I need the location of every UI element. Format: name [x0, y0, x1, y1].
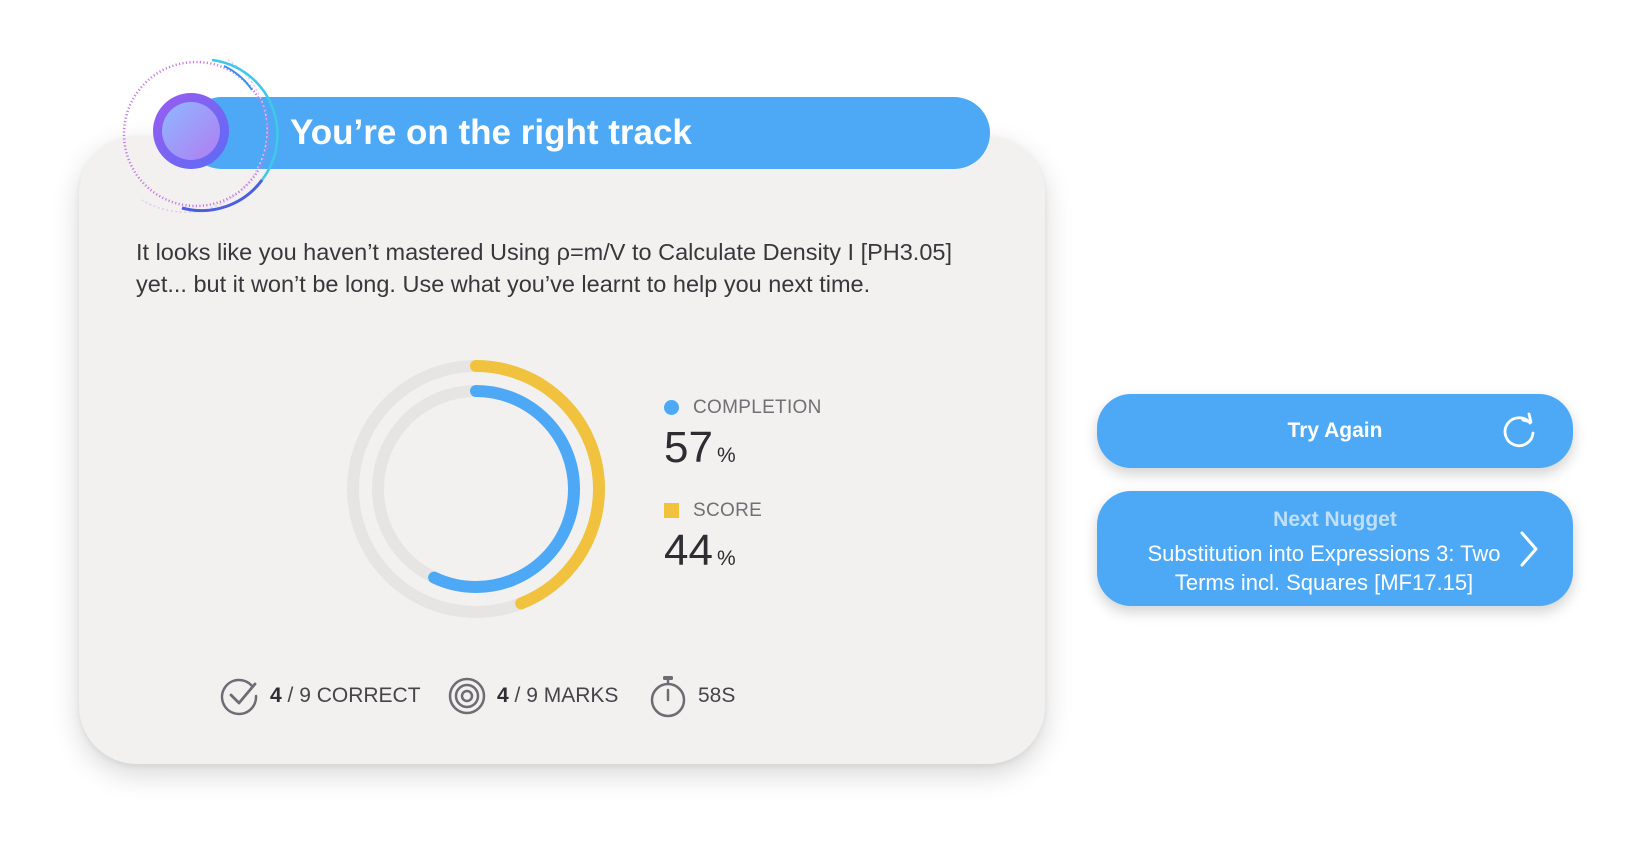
- completion-label: COMPLETION: [693, 397, 822, 418]
- stat-marks-text: 4 / 9 MARKS: [497, 684, 619, 707]
- target-icon: [448, 677, 486, 715]
- check-circle-icon: [220, 678, 258, 716]
- score-legend-square: [664, 503, 679, 518]
- result-title: You’re on the right track: [290, 113, 692, 152]
- stat-marks: 4 / 9 MARKS: [447, 676, 618, 716]
- completion-value: 57%: [664, 424, 736, 480]
- result-header: You’re on the right track: [186, 97, 990, 169]
- stopwatch-icon: [650, 676, 686, 718]
- try-again-button[interactable]: Try Again: [1097, 394, 1573, 468]
- score-number: 44: [664, 526, 713, 575]
- next-nugget-title: Substitution into Expressions 3: Two Ter…: [1147, 541, 1501, 595]
- completion-unit: %: [716, 444, 736, 467]
- progress-ring-chart: [347, 360, 605, 618]
- score-value: 44%: [664, 527, 736, 583]
- refresh-icon: [1503, 412, 1535, 448]
- stat-correct: 4 / 9 CORRECT: [220, 676, 421, 716]
- chevron-right-icon: [1520, 531, 1538, 567]
- stat-time: 58S: [648, 674, 735, 718]
- result-message: It looks like you haven’t mastered Using…: [136, 239, 953, 297]
- next-nugget-kicker: Next Nugget: [1273, 508, 1397, 531]
- completion-number: 57: [664, 423, 713, 472]
- progress-badge-icon: [122, 58, 279, 213]
- stat-correct-text: 4 / 9 CORRECT: [270, 684, 421, 707]
- stat-time-text: 58S: [698, 684, 736, 707]
- next-nugget-button[interactable]: Next Nugget Substitution into Expression…: [1097, 491, 1573, 606]
- score-label: SCORE: [693, 500, 763, 521]
- completion-legend-dot: [664, 400, 679, 415]
- score-unit: %: [716, 547, 736, 570]
